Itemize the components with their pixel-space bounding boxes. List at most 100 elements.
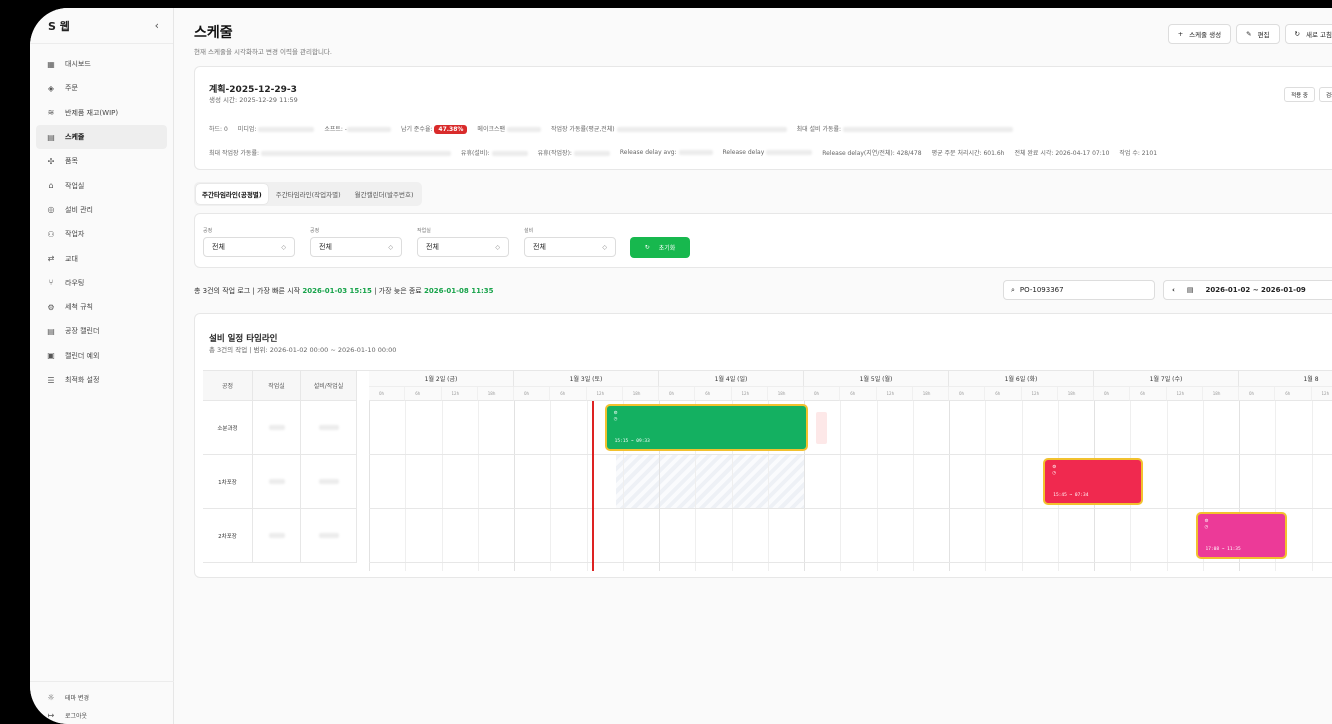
filter-value: 전체 — [212, 243, 225, 251]
logout-icon: ↦ — [47, 710, 55, 720]
routing-icon: ⑂ — [48, 278, 54, 288]
job-time: 17:08 ~ 11:35 — [1205, 547, 1241, 552]
job-block[interactable]: ⚙ ◷ 15:45 ~ 07:34 — [1043, 458, 1144, 505]
day-header: 1월 3일 (토) — [514, 371, 659, 387]
gear-icon: ⚙ — [1204, 519, 1209, 524]
sidebar-item-label: 주문 — [65, 84, 78, 93]
filter-group: 공정전체 ◇ — [203, 227, 295, 257]
sidebar-item-label: 교대 — [65, 254, 78, 263]
edit-button[interactable]: ✎ 편집 — [1236, 24, 1280, 44]
sidebar-item[interactable]: ▤ 공장 캘린더 — [36, 319, 167, 343]
equipment-cell — [301, 509, 357, 563]
equipment-timeline-card: 설비 일정 타임라인 총 3건의 작업 | 범위: 2026-01-02 00:… — [194, 313, 1332, 578]
sidebar-item[interactable]: ⑂ 라우팅 — [36, 271, 167, 295]
avg-lead-time: 평균 주문 처리시간: 601.6h — [931, 150, 1005, 157]
equipment-icon: ◎ — [47, 205, 55, 215]
filter-card: ↻ 초기화 공정 전체 ◇ 공정 전체 ◇ 작업실 전체 ◇ 설비 전체 ◇ — [194, 213, 1332, 268]
sidebar-item[interactable]: ⇄ 교대 — [36, 246, 167, 270]
sidebar-item[interactable]: ◎ 설비 관리 — [36, 198, 167, 222]
idle-workroom: 유휴(작업장): — [538, 148, 610, 157]
latest-end: 2026-01-08 11:35 — [424, 287, 494, 295]
sidebar-item[interactable]: ▣ 캘린더 예외 — [36, 344, 167, 368]
hour-header: 12h — [441, 387, 478, 401]
prev-week-button[interactable]: ‹ — [1172, 286, 1175, 294]
max-workroom-utilization: 최대 작업장 가동률: — [209, 148, 451, 157]
day-header: 1월 6일 (화) — [949, 371, 1094, 387]
filter-select[interactable]: 전체 ◇ — [203, 237, 295, 257]
hour-header: 6h — [985, 387, 1022, 401]
workroom-cell — [253, 509, 301, 563]
hour-header: 0h — [804, 387, 841, 401]
create-schedule-button[interactable]: + 스케줄 생성 — [1167, 24, 1232, 44]
item-icon: ✣ — [47, 156, 55, 166]
filter-select[interactable]: 전체 ◇ — [310, 237, 402, 257]
reset-label: 초기화 — [658, 245, 676, 252]
job-time: 15:45 ~ 07:34 — [1053, 493, 1089, 498]
theme-icon: ☼ — [47, 692, 55, 702]
validation-result-button[interactable]: 검증 결과 — [1319, 87, 1332, 102]
sidebar-item-label: 품목 — [65, 157, 78, 166]
filter-label: 공정 — [203, 228, 213, 234]
hour-header: 0h — [369, 387, 406, 401]
idle-equipment: 유휴(설비): — [461, 148, 528, 157]
reset-filters-button[interactable]: ↻ 초기화 — [630, 237, 690, 258]
create-schedule-label: 스케줄 생성 — [1189, 31, 1222, 39]
job-block[interactable]: ⚙ ◷ 15:15 ~ 09:33 — [604, 404, 809, 451]
sidebar-item[interactable]: ◈ 주문 — [36, 76, 167, 100]
ontime-rate-badge: 47.38% — [434, 125, 468, 134]
filter-label: 설비 — [524, 228, 534, 234]
hour-header: 6h — [405, 387, 442, 401]
sidebar-item[interactable]: ☰ 최적화 설정 — [36, 368, 167, 392]
makespan: 메이크스팬 — [477, 124, 541, 133]
metrics-row-2: 최대 작업장 가동률: 유휴(설비): 유휴(작업장): Release del… — [209, 148, 1157, 157]
sidebar-item[interactable]: ⚇ 작업자 — [36, 222, 167, 246]
release-delay: Release delay — [723, 149, 813, 156]
apply-status-button[interactable]: 적용 중 — [1284, 87, 1315, 102]
gear-icon: ⚙ — [1052, 465, 1057, 470]
calendar-exception-icon: ▣ — [47, 351, 55, 361]
hour-header: 12h — [1021, 387, 1058, 401]
redacted-text — [268, 479, 285, 484]
tab-2[interactable]: 월간캘린더(발주번호) — [349, 184, 420, 204]
hour-header: 18h — [1202, 387, 1239, 401]
day-header: 1월 7일 (수) — [1094, 371, 1239, 387]
collapse-sidebar-button[interactable]: ‹ — [155, 19, 159, 32]
app-window: S 웹 ‹ ▦ 대시보드 ◈ 주문 ≋ 반제품 재고(WIP) ▤ 스케줄 ✣ 품목 ⌂ 작업실 ◎ 설비… — [30, 8, 1332, 724]
sidebar-item-label: 캘린더 예외 — [65, 351, 100, 360]
sidebar-footer-label: 테마 변경 — [65, 694, 89, 702]
settings-sliders-icon: ☰ — [47, 375, 55, 385]
date-range-picker[interactable]: ‹ ▤ 2026-01-02 ~ 2026-01-09 — [1163, 280, 1332, 300]
filter-select[interactable]: 전체 ◇ — [524, 237, 616, 257]
chevron-updown-icon: ◇ — [602, 243, 607, 251]
hour-header: 0h — [514, 387, 551, 401]
sidebar-item[interactable]: ✣ 품목 — [36, 149, 167, 173]
sidebar-item[interactable]: ≋ 반제품 재고(WIP) — [36, 101, 167, 125]
job-block[interactable]: ⚙ ◷ 17:08 ~ 11:35 — [1195, 512, 1287, 559]
timeline-subtitle: 총 3건의 작업 | 범위: 2026-01-02 00:00 ~ 2026-0… — [209, 346, 397, 354]
main-content: 스케줄 현재 스케줄을 시각화하고 변경 이력을 관리합니다. + 스케줄 생성 … — [175, 8, 1332, 724]
hour-header: 12h — [1166, 387, 1203, 401]
plan-created-time: 생성 시간: 2025-12-29 11:59 — [209, 96, 298, 104]
release-delay-ratio: Release delay(지연/전체): 428/478 — [822, 150, 922, 157]
search-input[interactable]: ⌕ PO-1093367 — [1003, 280, 1155, 300]
refresh-button[interactable]: ↻ 새로 고침 — [1284, 24, 1332, 44]
sidebar-footer-item[interactable]: ☼ 테마 변경 — [36, 688, 168, 706]
hour-header: 6h — [550, 387, 587, 401]
sidebar-item[interactable]: ⚙ 세척 규칙 — [36, 295, 167, 319]
tab-0[interactable]: 주간타임라인(공정별) — [196, 184, 268, 204]
refresh-label: 새로 고침 — [1306, 31, 1332, 39]
sidebar-footer-item[interactable]: ↦ 로그아웃 — [36, 706, 168, 724]
filter-select[interactable]: 전체 ◇ — [417, 237, 509, 257]
hour-header: 6h — [840, 387, 877, 401]
hour-header: 12h — [1311, 387, 1332, 401]
hour-header: 12h — [731, 387, 768, 401]
hour-header: 18h — [1057, 387, 1094, 401]
equipment-cell — [301, 455, 357, 509]
sidebar-nav: ▦ 대시보드 ◈ 주문 ≋ 반제품 재고(WIP) ▤ 스케줄 ✣ 품목 ⌂ 작업실 ◎ 설비 관리 ⚇ 작업… — [30, 44, 173, 392]
tab-1[interactable]: 주간타임라인(작업자별) — [270, 184, 347, 204]
sidebar-item[interactable]: ⌂ 작업실 — [36, 173, 167, 197]
sidebar-item[interactable]: ▦ 대시보드 — [36, 52, 167, 76]
sidebar-item[interactable]: ▤ 스케줄 — [36, 124, 167, 150]
medium-score: 미디엄: — [238, 124, 315, 133]
plus-icon: + — [1177, 30, 1184, 38]
